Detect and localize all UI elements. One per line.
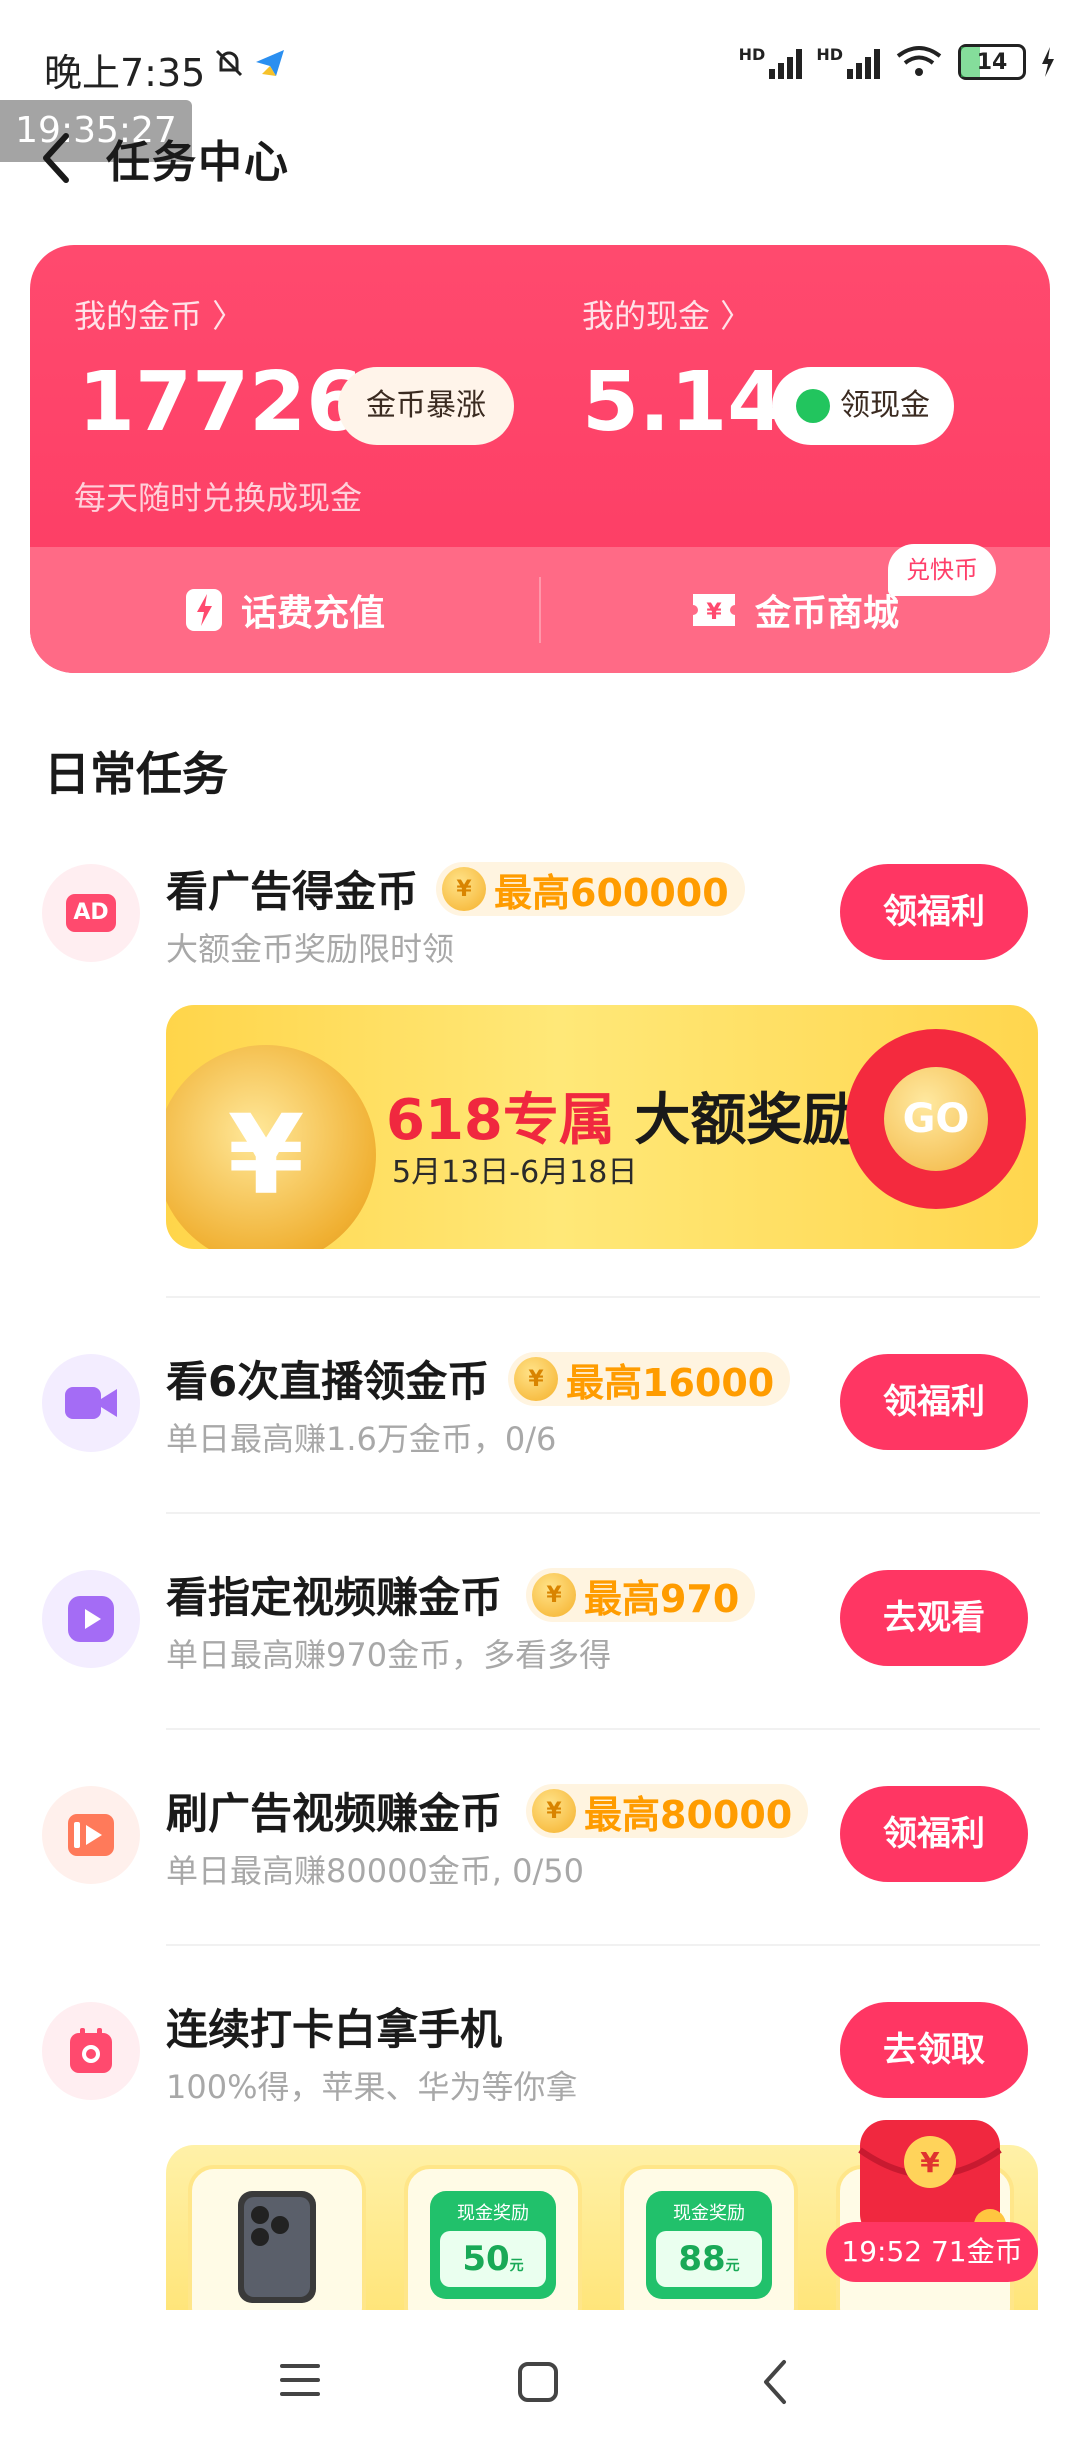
phone-prize-card (188, 2165, 366, 2310)
cash-reward-label: 现金奖励 (673, 2203, 745, 2224)
divider (166, 1296, 1040, 1298)
mute-bell-icon (215, 49, 243, 77)
battery-icon: 14 (958, 44, 1026, 80)
coins-hint: 每天随时兑换成现金 (74, 479, 363, 517)
banner-headline: 618专属 大额奖励 (386, 1075, 858, 1156)
wallet-card: 我的金币 〉 17726 金币暴涨 每天随时兑换成现金 我的现金 〉 5.14 … (30, 245, 1050, 673)
task-title: 刷广告视频赚金币 (166, 1789, 503, 1838)
withdraw-cash-label: 领现金 (840, 388, 930, 423)
claim-benefit-button[interactable]: 领福利 (840, 864, 1028, 960)
cash-prize-card: 现金奖励 50元 (404, 2165, 582, 2310)
task-row: AD 看广告得金币 ¥ 最高600000 大额金币奖励限时领 领福利 (0, 840, 1080, 1000)
status-time: 晚上7:35 (44, 51, 206, 95)
divider (166, 1944, 1040, 1946)
task-subtitle: 100%得，苹果、华为等你拿 (166, 2068, 578, 2106)
play-video-icon (42, 1570, 140, 1668)
claim-benefit-button[interactable]: 领福利 (840, 1786, 1028, 1882)
svg-text:¥: ¥ (706, 600, 722, 625)
charging-icon (1042, 47, 1054, 77)
coin-icon: ¥ (532, 1573, 576, 1617)
task-title: 看广告得金币 (166, 867, 419, 916)
page-title: 任务中心 (106, 137, 290, 188)
banner-dates: 5月13日-6月18日 (392, 1155, 638, 1190)
home-icon[interactable] (514, 2358, 562, 2406)
coin-timer-badge[interactable]: 19:52 71金币 (826, 2222, 1038, 2282)
reward-badge: ¥ 最高600000 (436, 862, 745, 916)
task-row: 刷广告视频赚金币 ¥ 最高80000 单日最高赚80000金币, 0/50 领福… (0, 1762, 1080, 1922)
coin-mall-label: 金币商城 (754, 593, 899, 634)
network-label: HD (738, 45, 766, 64)
cash-reward-value: 88元 (656, 2231, 762, 2287)
kuaibi-badge: 兑快币 (888, 544, 996, 596)
phone-recharge-label: 话费充值 (240, 593, 385, 634)
cash-reward-icon: 现金奖励 88元 (646, 2191, 772, 2299)
lightning-icon (185, 589, 222, 631)
withdraw-cash-button[interactable]: 领现金 (772, 367, 954, 445)
go-label: GO (884, 1067, 988, 1171)
task-title: 看指定视频赚金币 (166, 1573, 503, 1622)
coin-icon: ¥ (442, 867, 486, 911)
reward-text: 最高970 (584, 1576, 740, 1621)
reward-text: 最高80000 (584, 1792, 793, 1837)
daily-tasks-title: 日常任务 (44, 747, 228, 801)
coin-icon: ¥ (532, 1789, 576, 1833)
coins-value: 17726 (78, 355, 364, 450)
phone-recharge-button[interactable]: 话费充值 (30, 547, 540, 673)
task-subtitle: 单日最高赚1.6万金币，0/6 (166, 1420, 557, 1458)
reward-text: 最高16000 (566, 1360, 775, 1405)
task-title: 看6次直播领金币 (166, 1357, 490, 1406)
task-subtitle: 大额金币奖励限时领 (166, 930, 455, 968)
reward-badge: ¥ 最高80000 (526, 1784, 809, 1838)
reward-badge: ¥ 最高970 (526, 1568, 756, 1622)
claim-button[interactable]: 去领取 (840, 2002, 1028, 2098)
task-row: 看6次直播领金币 ¥ 最高16000 单日最高赚1.6万金币，0/6 领福利 (0, 1330, 1080, 1490)
cash-reward-value: 50元 (440, 2231, 546, 2287)
claim-benefit-button[interactable]: 领福利 (840, 1354, 1028, 1450)
coins-surge-badge[interactable]: 金币暴涨 (338, 367, 514, 445)
task-subtitle: 单日最高赚970金币，多看多得 (166, 1636, 612, 1674)
banner-main-text: 大额奖励 (634, 1088, 859, 1153)
back-icon[interactable] (756, 2356, 796, 2408)
task-subtitle: 单日最高赚80000金币, 0/50 (166, 1852, 585, 1890)
task-row: 看指定视频赚金币 ¥ 最高970 单日最高赚970金币，多看多得 去观看 (0, 1546, 1080, 1706)
live-camera-icon (42, 1354, 140, 1452)
coins-surge-label: 金币暴涨 (366, 388, 486, 423)
checkin-icon (42, 2002, 140, 2100)
ad-video-icon (42, 1786, 140, 1884)
cash-reward-label: 现金奖励 (457, 2203, 529, 2224)
status-indicators: HD HD 14 (739, 44, 1056, 80)
cash-value: 5.14 (582, 355, 785, 450)
my-cash-link[interactable]: 我的现金 〉 (582, 291, 752, 337)
wechat-icon (796, 389, 830, 423)
system-nav-bar (0, 2310, 1080, 2460)
reward-text: 最高600000 (494, 870, 729, 915)
ad-icon: AD (42, 864, 140, 962)
coin-icon: ¥ (514, 1357, 558, 1401)
banner-highlight: 618专属 (386, 1088, 615, 1153)
ticket-icon: ¥ (692, 594, 735, 626)
banner-go-button[interactable]: GO (846, 1029, 1026, 1209)
cash-prize-card: 现金奖励 88元 (620, 2165, 798, 2310)
menu-icon[interactable] (276, 2358, 324, 2402)
svg-text:¥: ¥ (920, 2146, 940, 2179)
wifi-icon (896, 46, 942, 76)
app-notification-icon (256, 50, 284, 76)
signal-icon (769, 45, 803, 79)
divider (166, 1728, 1040, 1730)
back-arrow-icon[interactable] (36, 128, 76, 188)
reward-badge: ¥ 最高16000 (508, 1352, 791, 1406)
divider (166, 1512, 1040, 1514)
my-coins-link[interactable]: 我的金币 〉 (74, 291, 244, 337)
cash-reward-icon: 现金奖励 50元 (430, 2191, 556, 2299)
network-label: HD (816, 45, 843, 64)
smartphone-icon (238, 2191, 316, 2303)
yuan-coin-icon: ¥ (166, 1045, 376, 1249)
promo-banner[interactable]: ¥ 618专属 大额奖励 5月13日-6月18日 GO (166, 1005, 1038, 1249)
task-title: 连续打卡白拿手机 (166, 2005, 503, 2054)
watch-button[interactable]: 去观看 (840, 1570, 1028, 1666)
signal-icon (847, 45, 880, 79)
